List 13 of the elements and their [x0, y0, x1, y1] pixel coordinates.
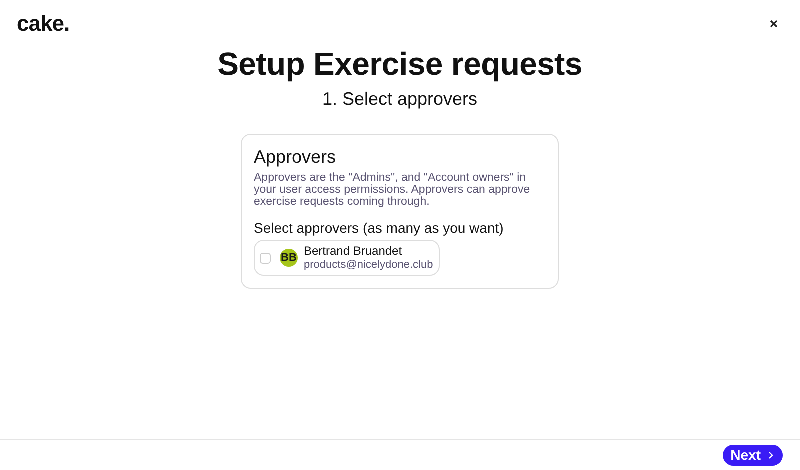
avatar: BB	[280, 249, 298, 268]
close-icon[interactable]	[770, 20, 778, 28]
next-button[interactable]: Next	[722, 444, 783, 466]
card-heading: Approvers	[254, 147, 338, 168]
card-description: Approvers are the "Admins", and "Account owners" in your user access permissions. Approvers can approve exercise requests coming through.	[254, 172, 532, 208]
page-title: Setup Exercise requests	[218, 46, 582, 83]
approver-email: products@nicelydone.club	[304, 258, 434, 272]
approver-name: Bertrand Bruandet	[304, 245, 404, 259]
chevron-icon	[769, 452, 773, 458]
select-prompt: Select approvers (as many as you want)	[254, 220, 505, 236]
checkbox[interactable]	[260, 252, 271, 264]
step-title: 1. Select approvers	[322, 89, 478, 110]
logo: cake.	[17, 11, 70, 37]
